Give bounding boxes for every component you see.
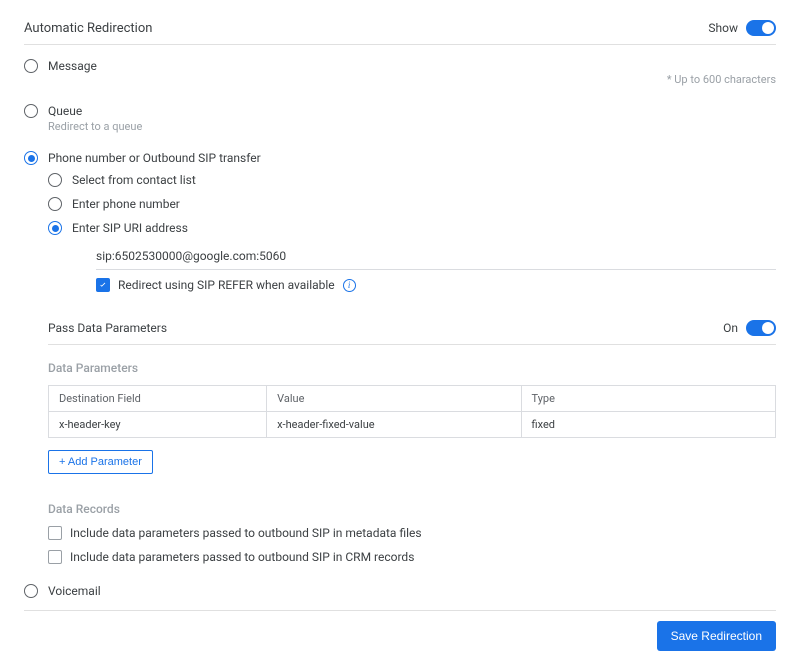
include-metadata-row: Include data parameters passed to outbou…	[48, 526, 776, 540]
option-phone-sip-label: Phone number or Outbound SIP transfer	[48, 151, 261, 165]
message-hint: * Up to 600 characters	[24, 73, 776, 86]
radio-contact-list[interactable]	[48, 173, 62, 187]
data-records-title: Data Records	[48, 502, 776, 516]
save-redirection-button[interactable]: Save Redirection	[657, 621, 776, 651]
show-toggle-label: Show	[708, 21, 738, 35]
sub-contact-list[interactable]: Select from contact list	[48, 173, 776, 187]
pass-data-section: Pass Data Parameters On Data Parameters …	[48, 320, 776, 564]
option-voicemail[interactable]: Voicemail	[24, 584, 776, 598]
sip-refer-checkbox[interactable]	[96, 278, 110, 292]
sub-enter-sip-label: Enter SIP URI address	[72, 221, 188, 235]
option-queue-label: Queue	[48, 104, 82, 118]
include-crm-row: Include data parameters passed to outbou…	[48, 550, 776, 564]
sub-contact-list-label: Select from contact list	[72, 173, 196, 187]
col-destination-field: Destination Field	[49, 386, 267, 412]
pass-data-title: Pass Data Parameters	[48, 321, 167, 335]
footer: Save Redirection	[24, 611, 776, 665]
phone-sip-suboptions: Select from contact list Enter phone num…	[48, 173, 776, 292]
col-type: Type	[521, 386, 775, 412]
option-message[interactable]: Message	[24, 59, 776, 73]
radio-phone-sip[interactable]	[24, 151, 38, 165]
sub-enter-sip[interactable]: Enter SIP URI address	[48, 221, 776, 235]
sip-refer-label: Redirect using SIP REFER when available	[118, 278, 335, 292]
include-crm-label: Include data parameters passed to outbou…	[70, 550, 414, 564]
table-row[interactable]: x-header-key x-header-fixed-value fixed	[49, 412, 776, 438]
data-parameters-title: Data Parameters	[48, 361, 776, 375]
option-phone-sip[interactable]: Phone number or Outbound SIP transfer	[24, 151, 776, 165]
add-parameter-button[interactable]: + Add Parameter	[48, 450, 153, 474]
radio-enter-phone[interactable]	[48, 197, 62, 211]
info-icon[interactable]: i	[343, 279, 356, 292]
include-crm-checkbox[interactable]	[48, 550, 62, 564]
option-queue[interactable]: Queue	[24, 104, 776, 118]
sub-enter-phone[interactable]: Enter phone number	[48, 197, 776, 211]
show-toggle-wrap: Show	[708, 20, 776, 36]
data-records-section: Data Records Include data parameters pas…	[48, 502, 776, 564]
include-metadata-checkbox[interactable]	[48, 526, 62, 540]
radio-message[interactable]	[24, 59, 38, 73]
option-voicemail-block: Voicemail	[24, 584, 776, 598]
table-header-row: Destination Field Value Type	[49, 386, 776, 412]
page-title: Automatic Redirection	[24, 21, 152, 36]
option-voicemail-label: Voicemail	[48, 584, 101, 598]
radio-queue[interactable]	[24, 104, 38, 118]
pass-data-on-label: On	[723, 321, 738, 335]
sip-input-wrap	[96, 245, 776, 270]
check-icon	[98, 280, 108, 290]
option-message-label: Message	[48, 59, 97, 73]
sub-enter-phone-label: Enter phone number	[72, 197, 180, 211]
pass-data-toggle-wrap: On	[723, 320, 776, 336]
include-metadata-label: Include data parameters passed to outbou…	[70, 526, 422, 540]
pass-data-toggle[interactable]	[746, 320, 776, 336]
radio-enter-sip[interactable]	[48, 221, 62, 235]
sip-refer-row: Redirect using SIP REFER when available …	[96, 278, 776, 292]
radio-voicemail[interactable]	[24, 584, 38, 598]
data-parameters-table: Destination Field Value Type x-header-ke…	[48, 385, 776, 438]
queue-hint: Redirect to a queue	[48, 120, 776, 133]
sip-uri-input[interactable]	[96, 245, 776, 270]
show-toggle[interactable]	[746, 20, 776, 36]
cell-field: x-header-key	[49, 412, 267, 438]
cell-value: x-header-fixed-value	[267, 412, 521, 438]
page-header: Automatic Redirection Show	[24, 20, 776, 45]
col-value: Value	[267, 386, 521, 412]
pass-data-header: Pass Data Parameters On	[48, 320, 776, 345]
cell-type: fixed	[521, 412, 775, 438]
